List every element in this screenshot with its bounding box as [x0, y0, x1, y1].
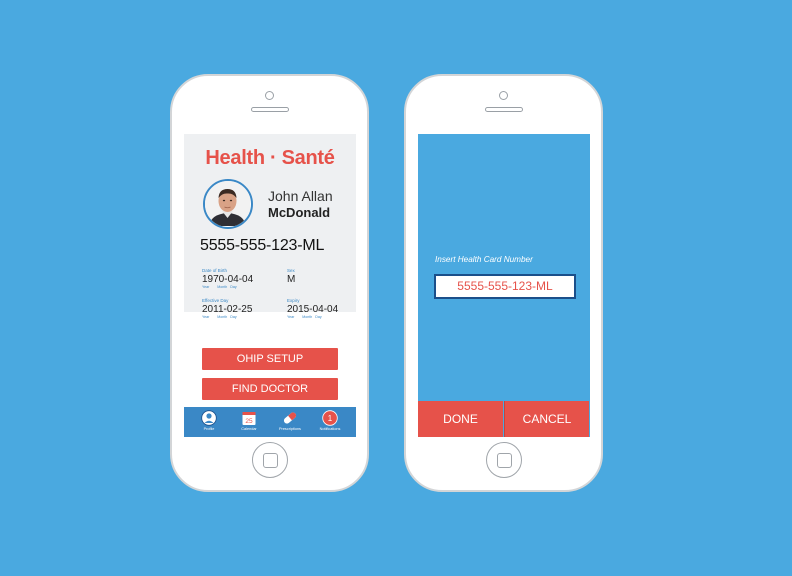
- phone-right: Insert Health Card Number 5555-555-123-M…: [404, 74, 603, 492]
- dob-label: Date of Birth: [202, 268, 228, 273]
- effective-value: 2011-02-25: [202, 304, 253, 315]
- expiry-date-parts: Year Month Day: [287, 315, 322, 319]
- pill-icon: [283, 412, 297, 424]
- home-button[interactable]: [251, 442, 288, 478]
- front-camera: [499, 91, 508, 100]
- notification-icon: 1: [322, 410, 338, 426]
- home-button[interactable]: [485, 442, 522, 478]
- profile-icon: [201, 410, 217, 426]
- avatar: [203, 179, 253, 229]
- cancel-button[interactable]: CANCEL: [504, 401, 589, 437]
- find-doctor-button[interactable]: FIND DOCTOR: [202, 378, 338, 400]
- sex-value: M: [287, 274, 296, 285]
- first-name: John Allan: [268, 188, 333, 204]
- expiry-value: 2015-04-04: [287, 304, 339, 315]
- calendar-day: 25: [245, 418, 253, 425]
- insert-number-screen: Insert Health Card Number 5555-555-123-M…: [418, 134, 590, 437]
- tab-bar: Profile 25 Calendar Prescriptions 1 Noti…: [184, 407, 356, 437]
- tab-profile[interactable]: Profile: [192, 410, 226, 431]
- tab-prescriptions[interactable]: Prescriptions: [273, 410, 307, 431]
- tab-prescriptions-label: Prescriptions: [279, 427, 301, 431]
- tab-calendar[interactable]: 25 Calendar: [232, 410, 266, 431]
- notification-count: 1: [328, 414, 333, 423]
- speaker: [484, 107, 523, 112]
- avatar-photo: [205, 181, 250, 226]
- sex-label: Sex: [287, 268, 295, 273]
- tab-notifications[interactable]: 1 Notifications: [313, 410, 347, 431]
- effective-label: Effective Day: [202, 298, 229, 303]
- card-number: 5555-555-123-ML: [200, 237, 325, 254]
- tab-notifications-label: Notifications: [319, 427, 341, 431]
- health-card-number-input[interactable]: 5555-555-123-ML: [434, 274, 576, 299]
- speaker: [250, 107, 289, 112]
- expiry-label: Expiry: [287, 298, 300, 303]
- health-card-screen: Health · Santé John Allan McDonald 5555-…: [184, 134, 356, 437]
- calendar-icon: 25: [242, 412, 256, 425]
- dob-value: 1970-04-04: [202, 274, 254, 285]
- tab-calendar-label: Calendar: [241, 427, 257, 431]
- done-button[interactable]: DONE: [418, 401, 503, 437]
- health-card: Health · Santé John Allan McDonald 5555-…: [184, 134, 356, 315]
- effective-date-parts: Year Month Day: [202, 315, 237, 319]
- phone-left: Health · Santé John Allan McDonald 5555-…: [170, 74, 369, 492]
- last-name: McDonald: [268, 205, 331, 220]
- front-camera: [265, 91, 274, 100]
- brand-title: Health · Santé: [205, 147, 335, 169]
- dob-sublabel: Year Month Day: [202, 285, 237, 289]
- tab-profile-label: Profile: [203, 427, 215, 431]
- insert-label: Insert Health Card Number: [435, 255, 533, 264]
- ohip-setup-button[interactable]: OHIP SETUP: [202, 348, 338, 370]
